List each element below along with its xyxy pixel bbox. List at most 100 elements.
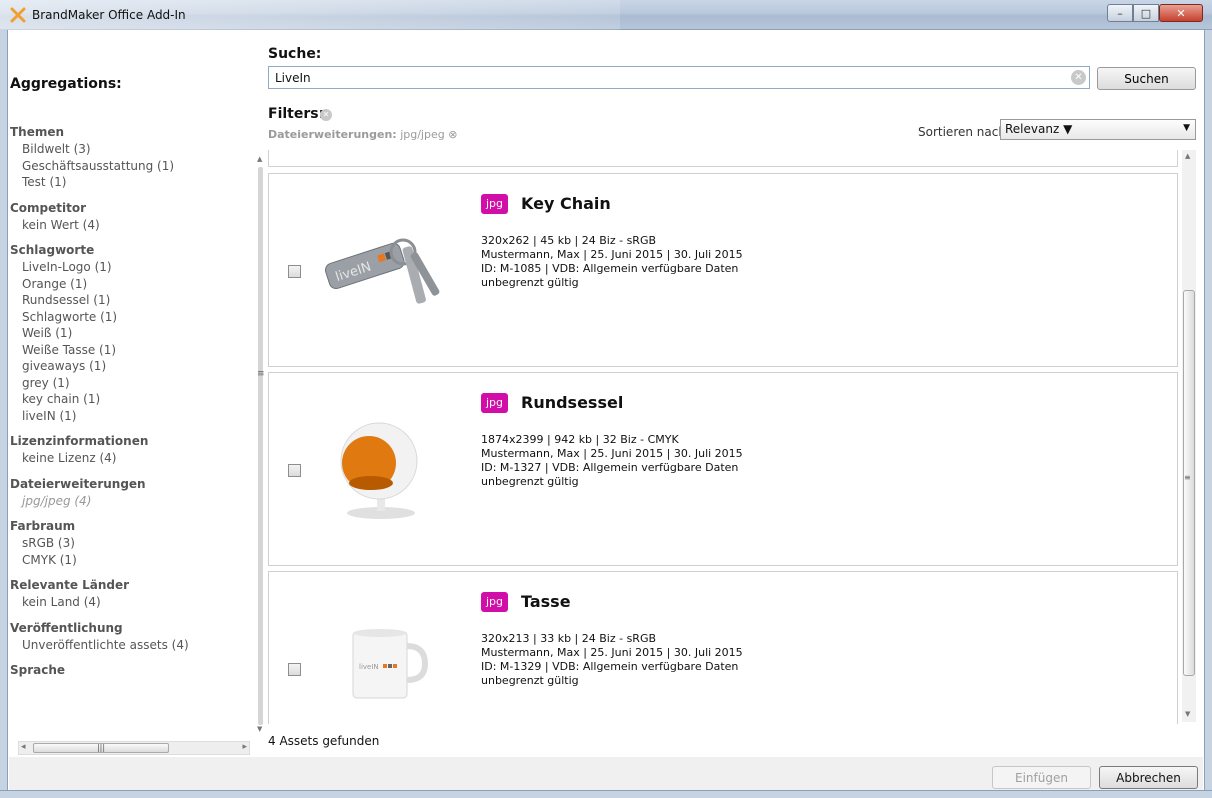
facet-group: Veröffentlichung Unveröffentlichte assets… [10,620,246,654]
results-vertical-scrollbar[interactable]: ▲ ≡ ▼ [1182,150,1196,722]
asset-meta-line: Mustermann, Max | 25. Juni 2015 | 30. Ju… [481,646,743,659]
facet-item[interactable]: Orange (1) [10,276,246,293]
facet-title: Lizenzinformationen [10,434,149,448]
facet-item[interactable]: Bildwelt (3) [10,141,246,158]
sort-label: Sortieren nach: [918,125,1010,139]
window-title: BrandMaker Office Add-In [32,8,186,22]
scrollbar-thumb[interactable] [1183,290,1195,676]
facet-item[interactable]: key chain (1) [10,391,246,408]
sort-select[interactable]: Relevanz ▼ ▼ [1000,119,1196,140]
mug-thumbnail: liveIN [352,629,429,699]
facet-group: Schlagworte LiveIn-Logo (1) Orange (1) Rund… [10,242,246,424]
facet-item[interactable]: giveaways (1) [10,358,246,375]
insert-button[interactable]: Einfügen [992,766,1091,789]
keychain-thumbnail: liveIN [324,238,440,304]
clear-search-icon[interactable]: ✕ [1071,70,1086,85]
scroll-up-icon[interactable]: ▲ [257,155,262,163]
cancel-button[interactable]: Abbrechen [1099,766,1198,789]
filter-value: jpg/jpeg [400,128,445,141]
scrollbar-thumb[interactable]: ||| [33,743,169,753]
filters-label: Filters: [268,106,325,122]
result-card[interactable]: liveIN jpg Tasse 320x213 | 33 kb | 24 Bi… [268,571,1178,724]
facet-item[interactable]: CMYK (1) [10,552,246,569]
asset-meta-line: unbegrenzt gültig [481,475,579,488]
result-card[interactable]: jpg Rundsessel 1874x2399 | 942 kb | 32 B… [268,372,1178,566]
scroll-right-icon[interactable]: ▸ [242,742,247,752]
facet-title: Themen [10,125,65,139]
facet-group: Competitor kein Wert (4) [10,200,246,234]
facet-item[interactable]: LiveIn-Logo (1) [10,259,246,276]
result-card[interactable]: liveIN jpg Key Chain 320x262 | 45 kb | 2… [268,173,1178,367]
maximize-button[interactable]: □ [1133,4,1159,22]
facet-item[interactable]: jpg/jpeg (4) [10,493,246,510]
clear-filters-icon[interactable]: ✕ [320,109,332,121]
close-button[interactable]: ✕ [1159,4,1203,22]
scroll-left-icon[interactable]: ◂ [21,742,26,752]
facet-title: Relevante Länder [10,578,130,592]
active-filter-chip[interactable]: Dateierweiterungen: jpg/jpeg ⊗ [268,128,457,141]
select-checkbox[interactable] [288,663,301,676]
asset-meta-line: unbegrenzt gültig [481,674,579,687]
asset-meta-line: Mustermann, Max | 25. Juni 2015 | 30. Ju… [481,248,743,261]
filter-name: Dateierweiterungen: [268,128,397,141]
scroll-up-icon[interactable]: ▲ [1185,152,1190,160]
asset-meta-line: unbegrenzt gültig [481,276,579,289]
asset-meta-line: ID: M-1085 | VDB: Allgemein verfügbare D… [481,262,739,275]
result-count: 4 Assets gefunden [268,734,380,748]
facet-item[interactable]: Geschäftsausstattung (1) [10,158,246,175]
facet-item[interactable]: grey (1) [10,375,246,392]
facet-title: Schlagworte [10,243,95,257]
facet-item[interactable]: Test (1) [10,174,246,191]
facet-item[interactable]: Weiß (1) [10,325,246,342]
facet-item[interactable]: kein Land (4) [10,594,246,611]
select-checkbox[interactable] [288,265,301,278]
search-button[interactable]: Suchen [1097,67,1196,90]
minimize-button[interactable]: – [1107,4,1133,22]
asset-title[interactable]: Rundsessel [521,393,623,412]
asset-meta-line: Mustermann, Max | 25. Juni 2015 | 30. Ju… [481,447,743,460]
brandmaker-logo-icon [10,7,26,23]
facet-group: Lizenzinformationen keine Lizenz (4) [10,433,246,467]
armchair-thumbnail [340,422,418,519]
select-checkbox[interactable] [288,464,301,477]
splitter-bar[interactable] [258,167,263,725]
aggregations-heading: Aggregations: [10,76,122,92]
facet-title: Veröffentlichung [10,620,123,635]
facet-group: Farbraum sRGB (3) CMYK (1) [10,518,246,568]
title-bar: BrandMaker Office Add-In – □ ✕ [0,0,1212,30]
filetype-badge: jpg [481,592,509,612]
facet-list: Themen Bildwelt (3) Geschäftsausstattung (… [10,124,246,688]
scroll-down-icon[interactable]: ▼ [257,725,262,733]
facet-group: Sprache [10,662,246,679]
asset-meta-line: 320x262 | 45 kb | 24 Biz - sRGB [481,234,657,247]
facet-group: Dateierweiterungen jpg/jpeg (4) [10,476,246,510]
asset-meta-line: 1874x2399 | 942 kb | 32 Biz - CMYK [481,433,679,446]
panel-splitter[interactable]: ▲ ≡ ▼ [255,155,266,737]
grip-icon: ≡ [1184,473,1191,482]
scroll-down-icon[interactable]: ▼ [1185,710,1190,718]
facet-item[interactable]: sRGB (3) [10,535,246,552]
window-frame-right [1204,30,1212,798]
facet-item[interactable]: Unveröffentlichte assets (4) [10,637,246,654]
facet-item[interactable]: liveIN (1) [10,408,246,425]
facet-item[interactable]: kein Wert (4) [10,217,246,234]
facet-item[interactable]: keine Lizenz (4) [10,450,246,467]
asset-meta-line: ID: M-1327 | VDB: Allgemein verfügbare D… [481,461,739,474]
asset-meta: 1874x2399 | 942 kb | 32 Biz - CMYK Muste… [481,433,743,489]
facet-item[interactable]: Rundsessel (1) [10,292,246,309]
facet-group: Relevante Länder kein Land (4) [10,577,246,611]
asset-title[interactable]: Tasse [521,592,571,611]
facet-item[interactable]: Schlagworte (1) [10,309,246,326]
facet-title: Farbraum [10,519,76,533]
facet-title: Competitor [10,200,87,215]
facet-item[interactable]: Weiße Tasse (1) [10,342,246,359]
asset-title[interactable]: Key Chain [521,194,611,213]
remove-filter-icon[interactable]: ⊗ [448,128,457,141]
sidebar-horizontal-scrollbar[interactable]: ◂ ||| ▸ [18,741,250,755]
facet-title: Dateierweiterungen [10,476,146,491]
asset-meta: 320x213 | 33 kb | 24 Biz - sRGB Musterma… [481,632,743,688]
chevron-down-icon[interactable]: ▼ [1183,123,1190,133]
facet-title: Sprache [10,663,66,677]
search-input[interactable] [268,66,1090,89]
facet-group: Themen Bildwelt (3) Geschäftsausstattung (… [10,124,246,191]
